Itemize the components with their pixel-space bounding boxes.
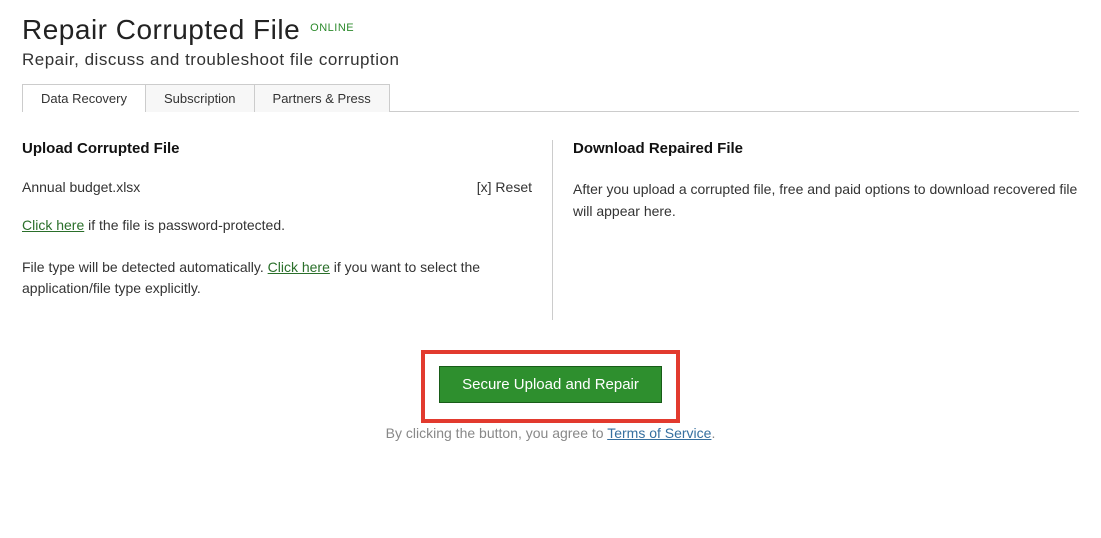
uploaded-filename: Annual budget.xlsx [22,179,140,195]
upload-highlight: Secure Upload and Repair [421,350,680,423]
agree-pre: By clicking the button, you agree to [386,425,608,441]
filetype-link[interactable]: Click here [268,259,330,275]
download-section: Download Repaired File After you upload … [552,140,1079,320]
password-link[interactable]: Click here [22,217,84,233]
tab-subscription[interactable]: Subscription [146,84,255,112]
password-hint-text: if the file is password-protected. [84,217,285,233]
password-hint: Click here if the file is password-prote… [22,215,532,237]
filetype-hint: File type will be detected automatically… [22,257,532,300]
online-badge: ONLINE [310,22,354,34]
upload-heading: Upload Corrupted File [22,140,532,157]
page-title: Repair Corrupted File [22,14,300,46]
page-subtitle: Repair, discuss and troubleshoot file co… [22,50,1079,70]
download-heading: Download Repaired File [573,140,1079,157]
secure-upload-button[interactable]: Secure Upload and Repair [439,366,662,403]
reset-button[interactable]: [x] Reset [477,179,532,195]
filetype-hint-pre: File type will be detected automatically… [22,259,268,275]
agree-post: . [711,425,715,441]
tab-partners-press[interactable]: Partners & Press [255,84,390,112]
tab-data-recovery[interactable]: Data Recovery [22,84,146,112]
upload-section: Upload Corrupted File Annual budget.xlsx… [22,140,552,320]
tab-bar: Data Recovery Subscription Partners & Pr… [22,84,1079,112]
terms-of-service-link[interactable]: Terms of Service [607,425,711,441]
agree-text: By clicking the button, you agree to Ter… [22,425,1079,441]
download-body: After you upload a corrupted file, free … [573,179,1079,222]
